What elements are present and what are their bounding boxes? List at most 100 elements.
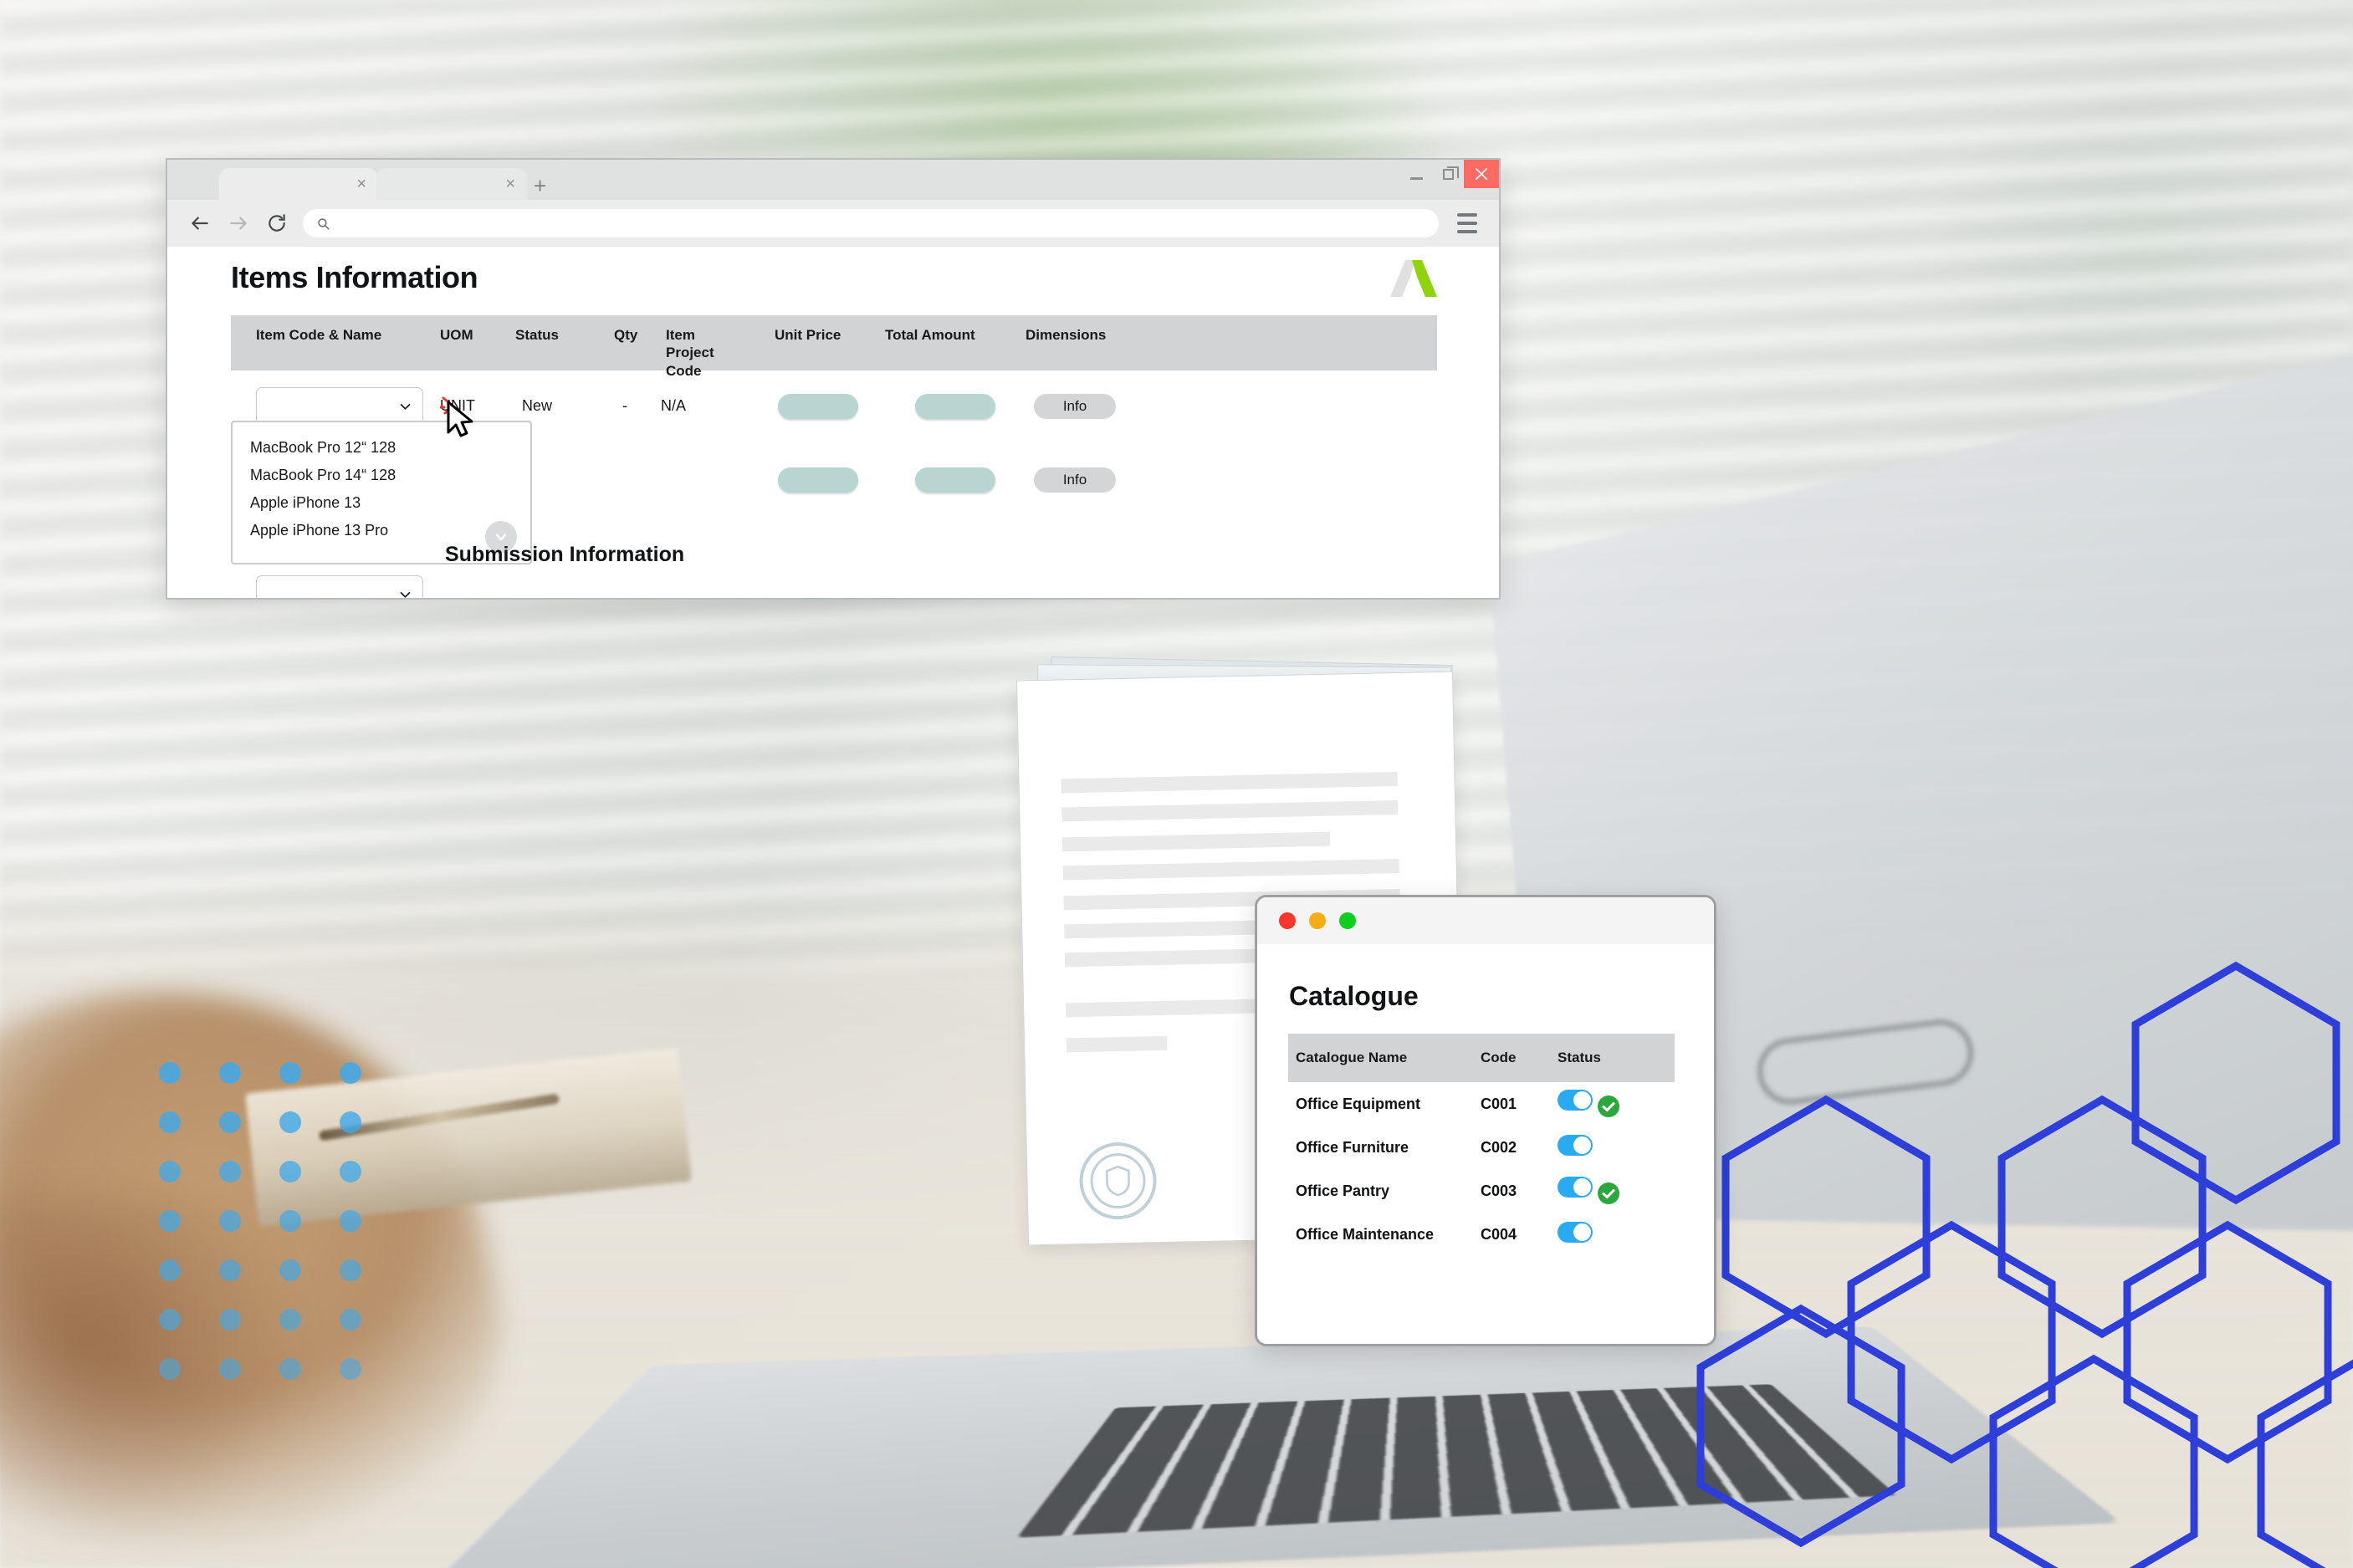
close-tab-icon[interactable]: × xyxy=(356,176,366,192)
catalogue-status-cell xyxy=(1558,1082,1675,1126)
close-icon xyxy=(1474,166,1489,181)
decorative-dot xyxy=(159,1111,181,1133)
dimensions-info-button[interactable]: Info xyxy=(1034,467,1116,493)
close-traffic-light[interactable] xyxy=(1279,912,1296,929)
catalogue-code-cell: C003 xyxy=(1481,1169,1558,1213)
total-amount-pill[interactable] xyxy=(915,394,995,419)
column-header-unit-price: Unit Price xyxy=(775,326,867,344)
maximize-restore-button[interactable] xyxy=(1432,160,1464,188)
page-title: Items Information xyxy=(231,260,478,295)
decorative-dot xyxy=(340,1161,361,1182)
column-header-total-amount: Total Amount xyxy=(885,326,1002,344)
decorative-dot xyxy=(340,1309,361,1331)
status-toggle[interactable] xyxy=(1558,1090,1593,1111)
catalogue-status-cell xyxy=(1558,1169,1675,1213)
status-toggle[interactable] xyxy=(1558,1135,1593,1156)
browser-tab-2[interactable]: × xyxy=(376,168,527,200)
column-header-dimensions: Dimensions xyxy=(1026,326,1134,344)
decorative-dot xyxy=(219,1358,241,1380)
decorative-dot xyxy=(159,1210,181,1232)
submission-information-heading: Submission Information xyxy=(445,543,684,567)
decorative-dot-grid xyxy=(159,1062,385,1413)
decorative-dot xyxy=(159,1062,181,1084)
decorative-dot xyxy=(279,1062,301,1084)
minimize-button[interactable] xyxy=(1400,160,1432,188)
cell-qty: - xyxy=(622,397,627,415)
catalogue-table: Catalogue Name Code Status Office Equipm… xyxy=(1288,1034,1675,1256)
browser-tab-1[interactable]: × xyxy=(219,168,378,200)
catalogue-table-header-row: Catalogue Name Code Status xyxy=(1288,1034,1675,1082)
column-header-status: Status xyxy=(1558,1034,1675,1082)
decorative-dot xyxy=(219,1161,241,1182)
items-table-header: Item Code & Name UOM Status Qty Item Pro… xyxy=(231,315,1437,370)
cell-status: New xyxy=(522,397,552,415)
back-button[interactable] xyxy=(181,212,219,234)
decorative-dot xyxy=(279,1111,301,1133)
zoom-traffic-light[interactable] xyxy=(1339,912,1356,929)
decorative-dot xyxy=(159,1358,181,1380)
decorative-dot xyxy=(340,1358,361,1380)
browser-nav-bar xyxy=(167,200,1499,247)
decorative-dot xyxy=(279,1309,301,1331)
decorative-dot xyxy=(159,1309,181,1331)
catalogue-status-cell xyxy=(1558,1126,1675,1169)
unit-price-pill[interactable] xyxy=(778,394,858,419)
address-bar[interactable] xyxy=(303,209,1439,237)
column-header-item-project-code: Item Project Code xyxy=(666,326,746,380)
browser-tab-bar: × × + xyxy=(167,160,1499,200)
decorative-dot xyxy=(279,1259,301,1281)
dropdown-option[interactable]: MacBook Pro 12“ 128 xyxy=(233,434,530,462)
brand-logo-icon xyxy=(1387,257,1439,300)
dropdown-option[interactable]: MacBook Pro 14“ 128 xyxy=(233,462,530,489)
browser-menu-button[interactable] xyxy=(1449,213,1486,233)
decorative-dot xyxy=(219,1111,241,1133)
status-toggle[interactable] xyxy=(1558,1177,1593,1198)
close-window-button[interactable] xyxy=(1464,160,1499,188)
catalogue-row: Office Equipment C001 xyxy=(1288,1082,1675,1126)
close-tab-icon[interactable]: × xyxy=(505,176,515,192)
new-tab-button[interactable]: + xyxy=(534,175,546,197)
web-page-content: Items Information Item Code & Name UOM S… xyxy=(167,247,1499,598)
extra-select-field[interactable] xyxy=(256,575,423,598)
decorative-dot xyxy=(219,1309,241,1331)
column-header-qty: Qty xyxy=(614,326,652,344)
status-toggle[interactable] xyxy=(1558,1222,1593,1243)
address-input[interactable] xyxy=(339,217,1425,231)
decorative-dot xyxy=(279,1358,301,1380)
catalogue-code-cell: C002 xyxy=(1481,1126,1558,1169)
catalogue-row: Office Furniture C002 xyxy=(1288,1126,1675,1169)
unit-price-pill[interactable] xyxy=(778,467,858,493)
catalogue-name-cell: Office Furniture xyxy=(1288,1126,1481,1169)
decorative-dot xyxy=(340,1111,361,1133)
extra-select-1[interactable] xyxy=(256,575,423,598)
catalogue-name-cell: Office Pantry xyxy=(1288,1169,1481,1213)
forward-button[interactable] xyxy=(219,212,258,234)
catalogue-name-cell: Office Equipment xyxy=(1288,1082,1481,1126)
decorative-dot xyxy=(340,1259,361,1281)
document-seal-icon xyxy=(1079,1142,1158,1220)
decorative-dot xyxy=(279,1210,301,1232)
cell-uom: UNIT xyxy=(440,397,475,415)
column-header-code: Code xyxy=(1481,1034,1558,1082)
reload-icon xyxy=(266,212,288,234)
decorative-dot xyxy=(340,1210,361,1232)
decorative-dot xyxy=(219,1210,241,1232)
minimize-traffic-light[interactable] xyxy=(1309,912,1326,929)
column-header-item-code-name: Item Code & Name xyxy=(256,326,415,344)
catalogue-code-cell: C004 xyxy=(1481,1213,1558,1256)
decorative-dot xyxy=(340,1062,361,1084)
catalogue-name-cell: Office Maintenance xyxy=(1288,1213,1481,1256)
dropdown-option[interactable]: Apple iPhone 13 xyxy=(233,489,530,517)
decorative-dot xyxy=(159,1259,181,1281)
decorative-dot xyxy=(219,1062,241,1084)
column-header-status: Status xyxy=(515,326,582,344)
catalogue-title: Catalogue xyxy=(1289,981,1714,1012)
window-controls xyxy=(1400,160,1499,188)
decorative-dot xyxy=(159,1161,181,1182)
catalogue-row: Office Pantry C003 xyxy=(1288,1169,1675,1213)
reload-button[interactable] xyxy=(258,212,296,234)
total-amount-pill[interactable] xyxy=(915,467,995,493)
decorative-dot xyxy=(279,1161,301,1182)
column-header-uom: UOM xyxy=(440,326,499,344)
dimensions-info-button[interactable]: Info xyxy=(1034,394,1116,419)
